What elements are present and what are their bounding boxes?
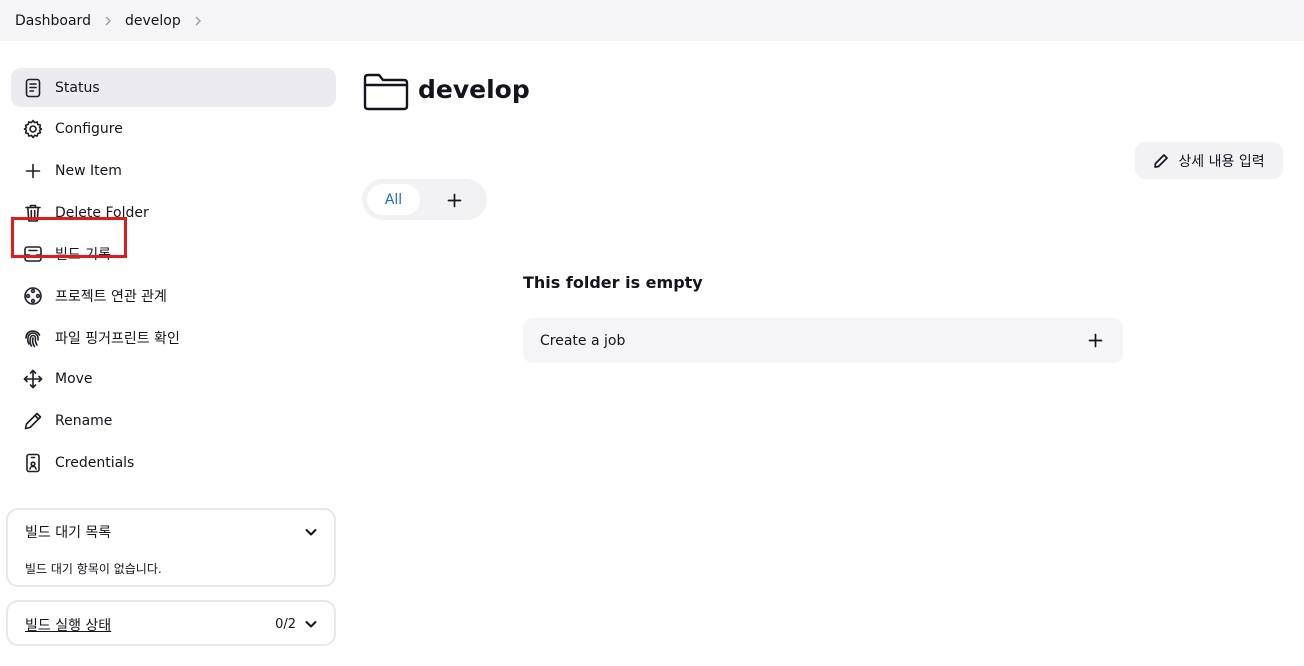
sidebar-item-new-item[interactable]: New Item — [11, 151, 336, 190]
chevron-down-icon[interactable] — [304, 616, 318, 630]
edit-description-label: 상세 내용 입력 — [1178, 153, 1265, 170]
create-job-label: Create a job — [540, 332, 626, 349]
build-queue-empty-text: 빌드 대기 항목이 없습니다. — [25, 562, 162, 576]
view-tabs: All — [362, 179, 487, 220]
build-queue-pane: 빌드 대기 목록 빌드 대기 항목이 없습니다. — [6, 508, 336, 587]
trash-icon — [23, 203, 43, 223]
add-view-button[interactable] — [444, 190, 464, 210]
sidebar-item-label: Status — [55, 79, 100, 96]
sidebar-item-label: 프로젝트 연관 관계 — [55, 288, 167, 305]
executor-count: 0/2 — [275, 617, 296, 632]
empty-state-title: This folder is empty — [523, 273, 703, 292]
breadcrumb: Dashboard develop — [0, 0, 1304, 41]
fingerprint-icon — [23, 328, 43, 348]
sidebar-item-label: New Item — [55, 162, 122, 179]
tab-all[interactable]: All — [367, 184, 420, 215]
page-title: develop — [418, 75, 530, 104]
edit-description-button[interactable]: 상세 내용 입력 — [1135, 142, 1283, 179]
inbox-icon — [23, 244, 43, 264]
sidebar-item-move[interactable]: Move — [11, 360, 336, 399]
sidebar-item-label: Rename — [55, 413, 113, 429]
sidebar-item-label: Credentials — [55, 454, 135, 471]
sidebar-item-configure[interactable]: Configure — [11, 110, 336, 149]
plus-icon — [1087, 332, 1103, 348]
sidebar-item-project-relationship[interactable]: 프로젝트 연관 관계 — [11, 276, 336, 315]
sidebar-item-check-fingerprint[interactable]: 파일 핑거프린트 확인 — [11, 318, 336, 357]
folder-icon — [362, 72, 410, 112]
breadcrumb-dashboard[interactable]: Dashboard — [15, 13, 91, 29]
sidebar-item-delete-folder[interactable]: Delete Folder — [11, 193, 336, 232]
credentials-icon — [23, 453, 43, 473]
relationship-icon — [23, 286, 43, 306]
create-job-button[interactable]: Create a job — [523, 318, 1123, 363]
sidebar-item-status[interactable]: Status — [11, 68, 336, 107]
plus-icon — [447, 193, 461, 207]
sidebar-item-label: Delete Folder — [55, 204, 149, 221]
chevron-right-icon[interactable] — [181, 15, 215, 27]
pencil-icon — [23, 411, 43, 431]
sidebar-item-label: 파일 핑거프린트 확인 — [55, 330, 180, 347]
sidebar-item-rename[interactable]: Rename — [11, 402, 336, 441]
sidebar-item-label: 빌드 기록 — [55, 247, 111, 264]
plus-icon — [23, 161, 43, 181]
chevron-right-icon — [91, 15, 125, 27]
gear-icon — [23, 119, 43, 139]
build-queue-title: 빌드 대기 목록 — [25, 525, 112, 541]
sidebar-item-credentials[interactable]: Credentials — [11, 443, 336, 482]
chevron-down-icon[interactable] — [304, 524, 318, 538]
document-icon — [23, 78, 43, 98]
build-executor-title[interactable]: 빌드 실행 상태 — [25, 615, 111, 635]
sidebar-item-label: Configure — [55, 121, 123, 138]
sidebar-item-label: Move — [55, 371, 93, 388]
build-executor-pane: 빌드 실행 상태 0/2 — [6, 600, 336, 646]
sidebar: Status Configure New Item Delete Folder … — [11, 68, 336, 485]
move-icon — [23, 369, 43, 389]
pencil-icon — [1154, 153, 1169, 168]
sidebar-item-build-history[interactable]: 빌드 기록 — [11, 235, 336, 274]
breadcrumb-develop[interactable]: develop — [125, 13, 181, 29]
